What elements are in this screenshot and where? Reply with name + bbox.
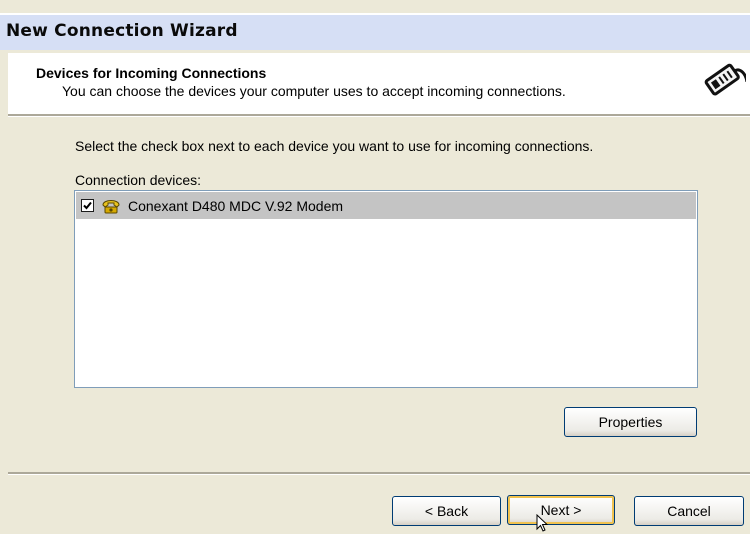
title-bar[interactable]: New Connection Wizard (0, 13, 750, 50)
wizard-header: Devices for Incoming Connections You can… (8, 53, 750, 114)
connection-devices-list[interactable]: Conexant D480 MDC V.92 Modem (74, 190, 698, 388)
cancel-button[interactable]: Cancel (634, 496, 744, 526)
header-title: Devices for Incoming Connections (36, 65, 267, 81)
footer-divider (8, 472, 750, 475)
properties-button[interactable]: Properties (564, 407, 697, 437)
header-divider (8, 114, 750, 117)
next-button[interactable]: Next > (507, 495, 615, 525)
mouse-cursor-icon (536, 514, 549, 532)
window-title: New Connection Wizard (6, 21, 238, 41)
instruction-text: Select the check box next to each device… (75, 138, 594, 154)
connection-devices-label: Connection devices: (75, 172, 202, 188)
wizard-connection-icon (698, 58, 746, 104)
header-subtitle: You can choose the devices your computer… (62, 83, 566, 99)
back-button[interactable]: < Back (392, 496, 501, 526)
list-item[interactable]: Conexant D480 MDC V.92 Modem (76, 192, 696, 219)
device-checkbox[interactable] (81, 199, 94, 212)
modem-icon (102, 200, 120, 214)
device-label: Conexant D480 MDC V.92 Modem (128, 198, 344, 214)
